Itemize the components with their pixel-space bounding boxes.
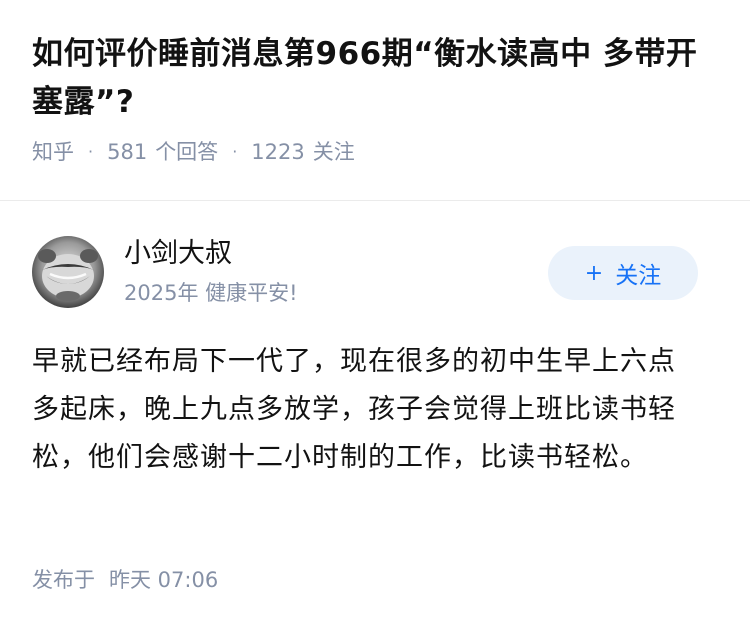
- plus-icon: +: [584, 260, 604, 286]
- meta-separator: ·: [88, 142, 94, 161]
- avatar[interactable]: [32, 236, 104, 308]
- follower-count-label: 关注: [312, 140, 355, 164]
- answer-content[interactable]: 早就已经布局下一代了，现在很多的初中生早上六点多起床，晚上九点多放学，孩子会觉得…: [32, 338, 702, 482]
- answer-count: 581: [107, 140, 148, 164]
- avatar-image: [32, 236, 104, 308]
- source-label[interactable]: 知乎: [32, 132, 74, 172]
- follower-count: 1223: [251, 140, 305, 164]
- question-title[interactable]: 如何评价睡前消息第966期“衡水读高中 多带开塞露”?: [32, 30, 712, 126]
- section-divider: [0, 200, 750, 201]
- follow-button-label: 关注: [615, 263, 662, 289]
- post-time-label: 发布于: [32, 568, 95, 592]
- author-bio: 2025年 健康平安!: [124, 281, 298, 305]
- author-row: 小剑大叔 2025年 健康平安! + 关注: [32, 236, 718, 308]
- meta-separator: ·: [232, 142, 238, 161]
- post-time: 发布于 昨天 07:06: [32, 562, 218, 598]
- answer-count-label: 个回答: [155, 140, 219, 164]
- follow-button[interactable]: + 关注: [548, 246, 698, 300]
- author-name[interactable]: 小剑大叔: [124, 236, 232, 272]
- question-meta: 知乎 · 581 个回答 · 1223 关注: [32, 132, 712, 172]
- question-header: 如何评价睡前消息第966期“衡水读高中 多带开塞露”? 知乎 · 581 个回答…: [32, 30, 712, 172]
- answer-card: 小剑大叔 2025年 健康平安! + 关注 早就已经布局下一代了，现在很多的初中…: [32, 236, 718, 482]
- post-time-value: 昨天 07:06: [109, 568, 219, 592]
